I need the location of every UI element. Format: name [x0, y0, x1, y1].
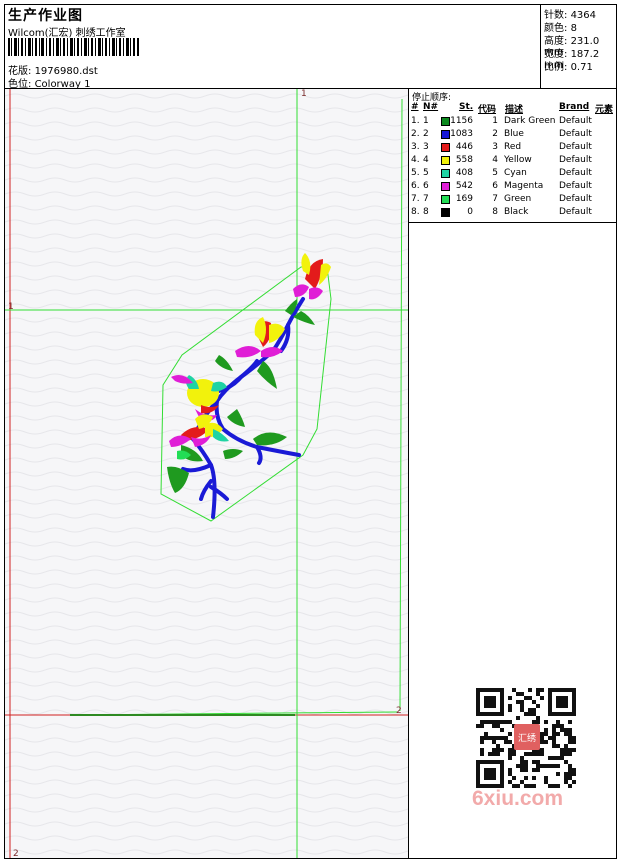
col-header-element: 元素: [595, 105, 614, 115]
color-brand: Default: [559, 129, 592, 139]
color-code: 1: [492, 116, 498, 126]
color-swatch: [441, 182, 450, 191]
marker-left: 1: [8, 302, 14, 312]
stitch-count: 1156: [450, 116, 473, 126]
color-brand: Default: [559, 155, 592, 165]
stat-scale: 比例: 0.71: [544, 62, 593, 73]
stitch-count: 542: [455, 181, 473, 191]
stop-row: 4. 4 558 4 Yellow Default: [409, 155, 616, 168]
needle-number: 6: [423, 181, 429, 191]
color-description: Green: [504, 194, 532, 204]
col-header-n: N#: [423, 102, 439, 112]
needle-number: 2: [423, 129, 429, 139]
stop-number: 7.: [411, 194, 420, 204]
needle-number: 3: [423, 142, 429, 152]
color-description: Dark Green: [504, 116, 556, 126]
stop-number: 8.: [411, 207, 420, 217]
color-swatch: [441, 208, 450, 217]
watermark-text: 6xiu.com: [472, 787, 564, 810]
needle-number: 7: [423, 194, 429, 204]
col-header-desc: 描述: [505, 105, 524, 115]
stop-row: 8. 8 0 8 Black Default: [409, 207, 616, 220]
qr-code-image: 汇绣: [476, 688, 576, 788]
col-header-stitches: St.: [459, 102, 474, 112]
color-brand: Default: [559, 207, 592, 217]
qr-center-badge: 汇绣: [514, 724, 540, 750]
needle-number: 8: [423, 207, 429, 217]
stop-row: 6. 6 542 6 Magenta Default: [409, 181, 616, 194]
color-swatch: [441, 143, 450, 152]
stop-number: 5.: [411, 168, 420, 178]
stitch-count: 1083: [450, 129, 473, 139]
stop-row: 3. 3 446 3 Red Default: [409, 142, 616, 155]
col-header-brand: Brand: [559, 102, 590, 112]
qr-badge-text: 汇绣: [518, 732, 536, 744]
color-description: Magenta: [504, 181, 544, 191]
barcode: [8, 38, 139, 56]
stop-number: 4.: [411, 155, 420, 165]
header-divider: [540, 4, 541, 89]
marker-right: 2: [396, 706, 402, 716]
color-code: 3: [492, 142, 498, 152]
stitch-count: 408: [455, 168, 473, 178]
stop-number: 6.: [411, 181, 420, 191]
color-code: 2: [492, 129, 498, 139]
color-swatch: [441, 169, 450, 178]
stop-row: 1. 1 1156 1 Dark Green Default: [409, 116, 616, 129]
stitch-count: 169: [455, 194, 473, 204]
color-brand: Default: [559, 168, 592, 178]
color-swatch: [441, 156, 450, 165]
color-swatch: [441, 130, 450, 139]
color-code: 7: [492, 194, 498, 204]
color-brand: Default: [559, 194, 592, 204]
color-brand: Default: [559, 181, 592, 191]
color-swatch: [441, 195, 450, 204]
color-description: Cyan: [504, 168, 527, 178]
color-code: 6: [492, 181, 498, 191]
qr-code: 汇绣: [470, 682, 582, 792]
stop-row: 5. 5 408 5 Cyan Default: [409, 168, 616, 181]
color-description: Yellow: [504, 155, 532, 165]
col-header-num: #: [411, 102, 419, 112]
stop-row: 2. 2 1083 2 Blue Default: [409, 129, 616, 142]
stitch-count: 0: [467, 207, 473, 217]
stitch-count: 558: [455, 155, 473, 165]
marker-top: 1: [301, 89, 307, 99]
stop-number: 1.: [411, 116, 420, 126]
needle-number: 5: [423, 168, 429, 178]
col-header-code: 代码: [478, 105, 497, 115]
stop-row: 7. 7 169 7 Green Default: [409, 194, 616, 207]
color-brand: Default: [559, 142, 592, 152]
page-subtitle: Wilcom(汇宏) 刺绣工作室: [8, 28, 126, 39]
color-code: 4: [492, 155, 498, 165]
color-swatch: [441, 117, 450, 126]
stitch-count: 446: [455, 142, 473, 152]
needle-number: 4: [423, 155, 429, 165]
panel-divider: [409, 222, 616, 223]
marker-bottom: 2: [13, 849, 19, 859]
page-title: 生产作业图: [8, 8, 83, 24]
design-canvas[interactable]: 1 1 2 2: [4, 88, 409, 859]
needle-number: 1: [423, 116, 429, 126]
color-description: Red: [504, 142, 522, 152]
color-description: Black: [504, 207, 529, 217]
design-drawing: 1 1 2 2: [5, 89, 408, 859]
color-description: Blue: [504, 129, 524, 139]
color-brand: Default: [559, 116, 592, 126]
stop-number: 2.: [411, 129, 420, 139]
stop-number: 3.: [411, 142, 420, 152]
color-code: 8: [492, 207, 498, 217]
color-code: 5: [492, 168, 498, 178]
